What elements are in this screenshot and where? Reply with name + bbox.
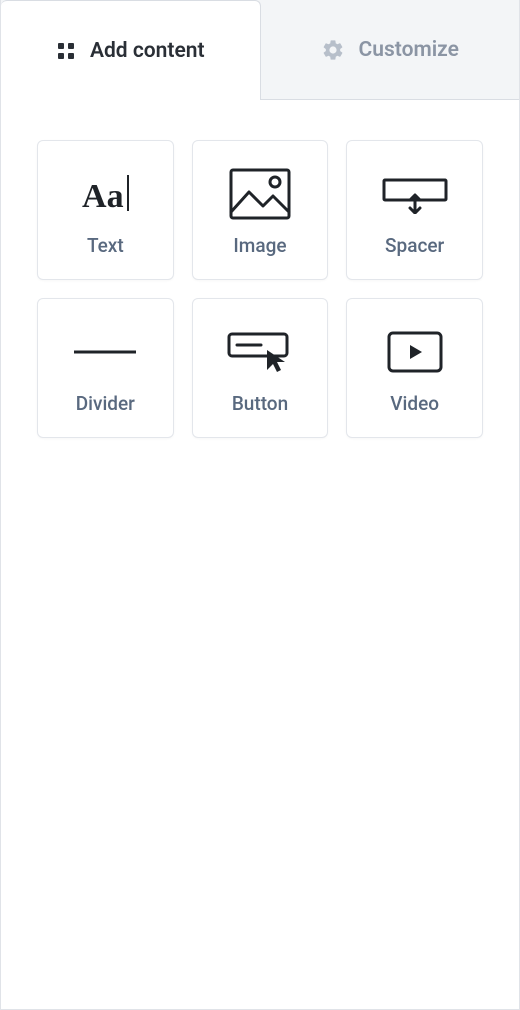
tile-text[interactable]: Aa Text xyxy=(37,140,174,280)
tab-bar: Add content Customize xyxy=(1,0,519,100)
tab-customize[interactable]: Customize xyxy=(261,0,520,100)
text-icon: Aa xyxy=(82,164,129,224)
tab-add-content[interactable]: Add content xyxy=(1,0,261,100)
content-panel: Add content Customize Aa Text xyxy=(0,0,520,1010)
content-area: Aa Text Image xyxy=(1,100,519,478)
tile-label: Divider xyxy=(76,392,135,415)
divider-icon xyxy=(74,322,136,382)
tab-label: Add content xyxy=(90,39,205,63)
tab-label: Customize xyxy=(359,38,459,62)
button-icon xyxy=(227,322,293,382)
tile-image[interactable]: Image xyxy=(192,140,329,280)
video-icon xyxy=(387,322,443,382)
grid-icon xyxy=(56,41,76,61)
spacer-icon xyxy=(382,164,448,224)
gear-icon xyxy=(321,38,345,62)
image-icon xyxy=(229,164,291,224)
tile-grid: Aa Text Image xyxy=(37,140,483,438)
tile-button[interactable]: Button xyxy=(192,298,329,438)
tile-divider[interactable]: Divider xyxy=(37,298,174,438)
tile-spacer[interactable]: Spacer xyxy=(346,140,483,280)
tile-label: Spacer xyxy=(385,234,444,257)
tile-label: Video xyxy=(390,392,439,415)
tile-label: Image xyxy=(233,234,286,257)
tile-label: Button xyxy=(232,392,288,415)
tile-label: Text xyxy=(87,234,124,257)
tile-video[interactable]: Video xyxy=(346,298,483,438)
